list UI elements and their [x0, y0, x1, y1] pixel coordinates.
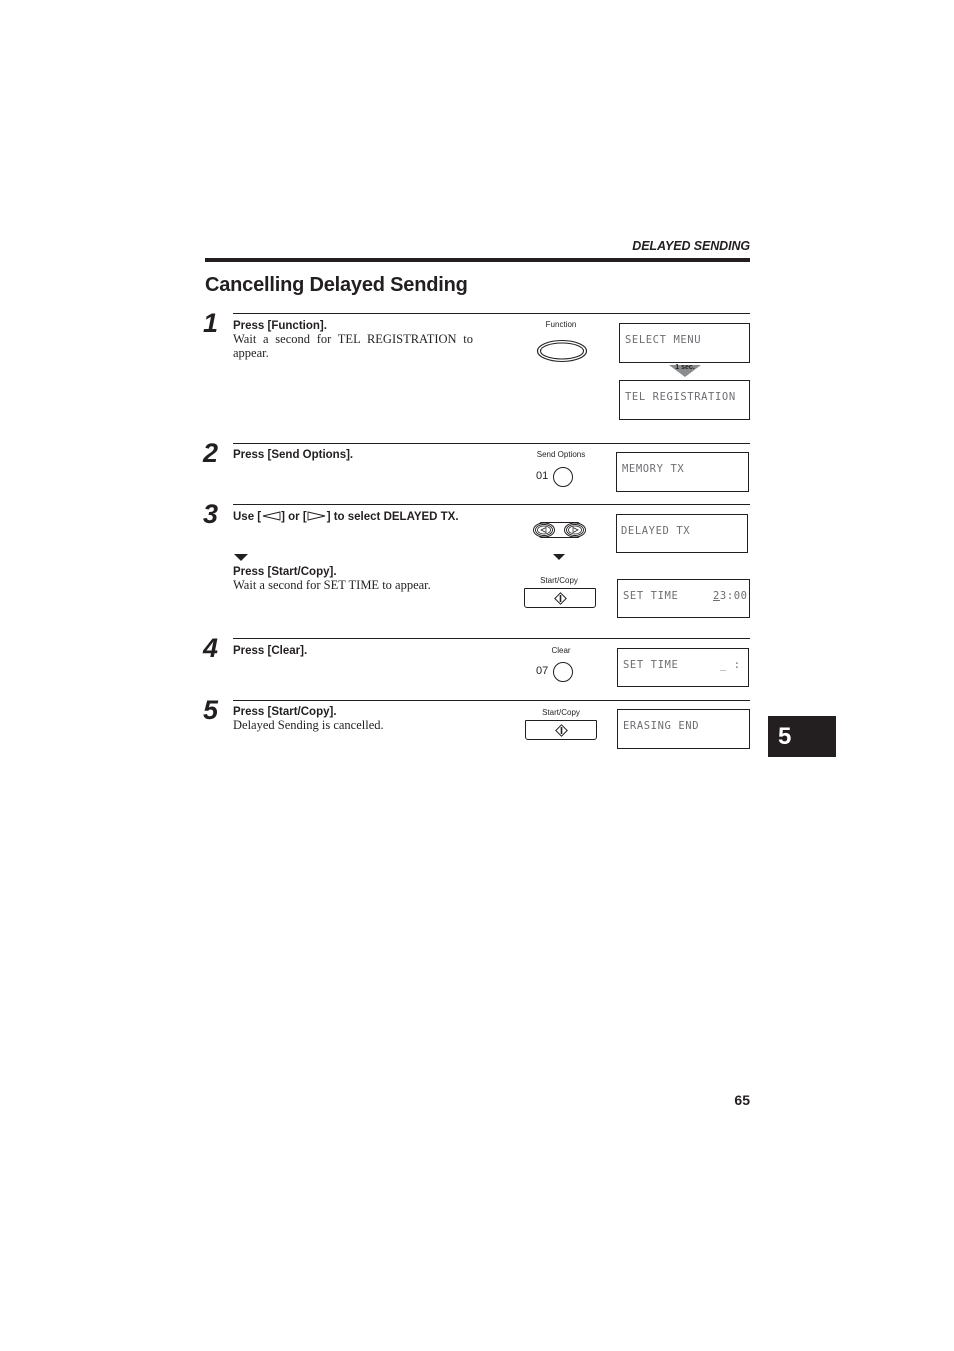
lcd-text: TEL REGISTRATION — [625, 391, 736, 403]
step-5-instruction: Press [Start/Copy]. — [233, 706, 337, 718]
step-1-instruction: Press [Function]. — [233, 320, 327, 332]
lcd-display-erasing-end: ERASING END — [617, 709, 750, 749]
step-2-rule — [233, 443, 750, 444]
send-options-key[interactable] — [553, 467, 573, 487]
arrow-keys-icon — [533, 522, 586, 538]
lcd-cursor-digit: 2 — [713, 590, 720, 602]
step-4-instruction: Press [Clear]. — [233, 645, 308, 657]
clear-key-code: 07 — [536, 665, 549, 677]
step-5-number: 5 — [203, 695, 219, 725]
step-3-sub-detail: Wait a second for SET TIME to appear. — [233, 578, 431, 592]
step-4-rule — [233, 638, 750, 639]
page-title: Cancelling Delayed Sending — [205, 274, 468, 296]
send-options-key-code: 01 — [536, 470, 549, 482]
instruction-mid: ] or [ — [281, 511, 307, 523]
instruction-suffix: ] to select DELAYED TX. — [326, 511, 459, 523]
step-1-number: 1 — [203, 308, 219, 338]
lcd-display-select-menu: SELECT MENU — [619, 323, 750, 363]
next-step-arrow-icon — [234, 554, 248, 561]
next-key-arrow-icon — [553, 554, 565, 560]
step-1-detail-line2: appear. — [233, 345, 269, 360]
lcd-text: MEMORY TX — [622, 463, 685, 475]
lcd-display-set-time: SET TIME 23:00 — [617, 579, 750, 618]
step-5-detail: Delayed Sending is cancelled. — [233, 718, 384, 732]
function-key-label: Function — [545, 320, 577, 329]
lcd-display-memory-tx: MEMORY TX — [616, 452, 749, 492]
step-3-instruction: Use [ ] or [ ] to select DELAYED TX. — [233, 511, 459, 523]
step-3-rule — [233, 504, 750, 505]
step-1-detail-line1: Wait a second for TEL REGISTRATION to — [233, 332, 473, 346]
step-1-rule — [233, 313, 750, 314]
lcd-display-delayed-tx: DELAYED TX — [616, 514, 748, 553]
step-3-sub-instruction: Press [Start/Copy]. — [233, 566, 337, 578]
right-arrow-key-icon — [307, 511, 325, 521]
lcd-time-value: 23:00 — [713, 590, 748, 602]
lcd-time-rest: 3:00 — [719, 590, 748, 602]
lcd-display-set-time-cleared: SET TIME _ : — [617, 648, 749, 687]
start-copy-key[interactable] — [524, 588, 596, 608]
running-head: DELAYED SENDING — [632, 239, 750, 253]
left-arrow-key-icon — [263, 511, 281, 521]
function-key[interactable] — [536, 339, 588, 368]
clear-key-label: Clear — [551, 646, 571, 655]
function-key-icon — [536, 339, 588, 363]
send-options-key-label: Send Options — [536, 450, 586, 459]
start-copy-key-label: Start/Copy — [540, 576, 578, 585]
lcd-text: SELECT MENU — [625, 334, 702, 346]
page-number: 65 — [734, 1092, 750, 1108]
start-diamond-icon — [554, 592, 567, 605]
transition-label: 1 sec. — [675, 364, 695, 371]
step-4-number: 4 — [203, 633, 219, 663]
step-3-number: 3 — [203, 499, 219, 529]
clear-key[interactable] — [553, 662, 573, 682]
lcd-text: ERASING END — [623, 720, 700, 732]
start-copy-key-label-2: Start/Copy — [542, 708, 580, 717]
instruction-prefix: Use [ — [233, 511, 262, 523]
lcd-text: DELAYED TX — [621, 525, 691, 537]
lcd-display-tel-registration: TEL REGISTRATION — [619, 380, 750, 420]
step-2-number: 2 — [203, 438, 219, 468]
start-copy-key-2[interactable] — [525, 720, 597, 740]
step-5-rule — [233, 700, 750, 701]
chapter-tab: 5 — [768, 716, 836, 757]
left-right-arrow-keys[interactable] — [531, 521, 588, 544]
lcd-text: SET TIME _ : — [623, 659, 741, 671]
start-diamond-icon — [555, 724, 568, 737]
step-1-detail: Wait a second for TEL REGISTRATION to ap… — [233, 332, 473, 360]
step-2-instruction: Press [Send Options]. — [233, 449, 354, 461]
lcd-label: SET TIME — [623, 590, 679, 602]
header-rule — [205, 258, 750, 262]
